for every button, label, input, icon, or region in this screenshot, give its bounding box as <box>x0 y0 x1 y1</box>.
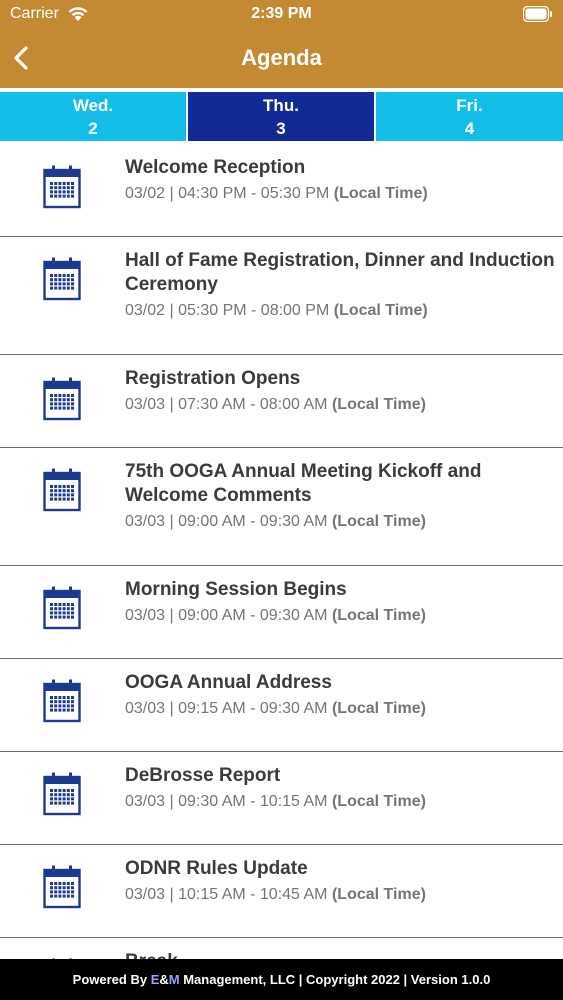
item-title: Morning Session Begins <box>125 579 347 600</box>
agenda-list: Welcome Reception 03/02 | 04:30 PM - 05:… <box>0 141 563 959</box>
tab-date-label: 4 <box>464 119 475 138</box>
list-item[interactable]: ODNR Rules Update 03/03 | 10:15 AM - 10:… <box>0 845 563 938</box>
tab-day-label: Wed. <box>72 96 114 115</box>
app-header: Carrier 2:39 PM Agenda <box>0 0 563 88</box>
calendar-icon-wrap <box>43 377 81 421</box>
item-title: DeBrosse Report <box>125 765 281 786</box>
nav-bar: Agenda <box>0 36 563 80</box>
list-item[interactable]: Morning Session Begins 03/03 | 09:00 AM … <box>0 566 563 659</box>
tab-friday[interactable]: Fri. 4 <box>376 92 563 141</box>
item-title: Hall of Fame Registration, Dinner and In… <box>125 250 555 295</box>
calendar-icon <box>43 772 81 816</box>
status-time: 2:39 PM <box>251 5 312 22</box>
item-time: 03/03 | 09:00 AM - 09:30 AM (Local Time) <box>125 607 426 624</box>
calendar-icon <box>43 468 81 512</box>
page-title: Agenda <box>241 45 322 70</box>
item-time: 03/02 | 05:30 PM - 08:00 PM (Local Time) <box>125 302 428 319</box>
battery-icon <box>523 6 552 22</box>
calendar-icon <box>43 586 81 630</box>
calendar-icon-wrap <box>43 257 81 301</box>
list-item[interactable]: Welcome Reception 03/02 | 04:30 PM - 05:… <box>0 141 563 237</box>
item-time: 03/03 | 07:30 AM - 08:00 AM (Local Time) <box>125 396 426 413</box>
day-tabs: Wed. 2 Thu. 3 Fri. 4 <box>0 92 563 141</box>
calendar-icon <box>43 679 81 723</box>
status-bar: Carrier 2:39 PM <box>0 0 563 30</box>
list-item[interactable]: Registration Opens 03/03 | 07:30 AM - 08… <box>0 355 563 448</box>
calendar-icon-wrap <box>43 468 81 512</box>
calendar-icon-wrap <box>43 679 81 723</box>
item-title: Welcome Reception <box>125 157 306 178</box>
tab-wednesday[interactable]: Wed. 2 <box>0 92 186 141</box>
list-item[interactable]: 75th OOGA Annual Meeting Kickoff and Wel… <box>0 448 563 566</box>
calendar-icon-wrap <box>43 865 81 909</box>
item-time: 03/03 | 10:15 AM - 10:45 AM (Local Time) <box>125 886 426 903</box>
list-item[interactable]: OOGA Annual Address 03/03 | 09:15 AM - 0… <box>0 659 563 752</box>
calendar-icon <box>43 165 81 209</box>
tab-day-label: Thu. <box>263 96 299 115</box>
list-item[interactable]: DeBrosse Report 03/03 | 09:30 AM - 10:15… <box>0 752 563 845</box>
item-time: 03/03 | 09:30 AM - 10:15 AM (Local Time) <box>125 793 426 810</box>
item-time: 03/03 | 09:15 AM - 09:30 AM (Local Time) <box>125 700 426 717</box>
tab-date-label: 3 <box>276 119 286 138</box>
calendar-icon <box>43 257 81 301</box>
list-item[interactable]: Hall of Fame Registration, Dinner and In… <box>0 237 563 355</box>
footer: Powered By E&M Management, LLC | Copyrig… <box>0 959 563 1000</box>
calendar-icon <box>43 865 81 909</box>
item-title: ODNR Rules Update <box>125 858 308 879</box>
tab-day-label: Fri. <box>456 96 483 115</box>
item-title: Break <box>125 950 559 959</box>
list-item[interactable]: Break <box>0 938 563 959</box>
calendar-icon-wrap <box>43 165 81 209</box>
calendar-icon <box>43 377 81 421</box>
item-time: 03/02 | 04:30 PM - 05:30 PM (Local Time) <box>125 185 428 202</box>
item-title: OOGA Annual Address <box>125 672 332 693</box>
calendar-icon-wrap <box>43 586 81 630</box>
tab-date-label: 2 <box>88 119 98 138</box>
item-title: 75th OOGA Annual Meeting Kickoff and Wel… <box>125 461 482 506</box>
item-title: Registration Opens <box>125 368 301 389</box>
item-time: 03/03 | 09:00 AM - 09:30 AM (Local Time) <box>125 513 426 530</box>
calendar-icon-wrap <box>43 772 81 816</box>
tab-thursday[interactable]: Thu. 3 <box>188 92 374 141</box>
